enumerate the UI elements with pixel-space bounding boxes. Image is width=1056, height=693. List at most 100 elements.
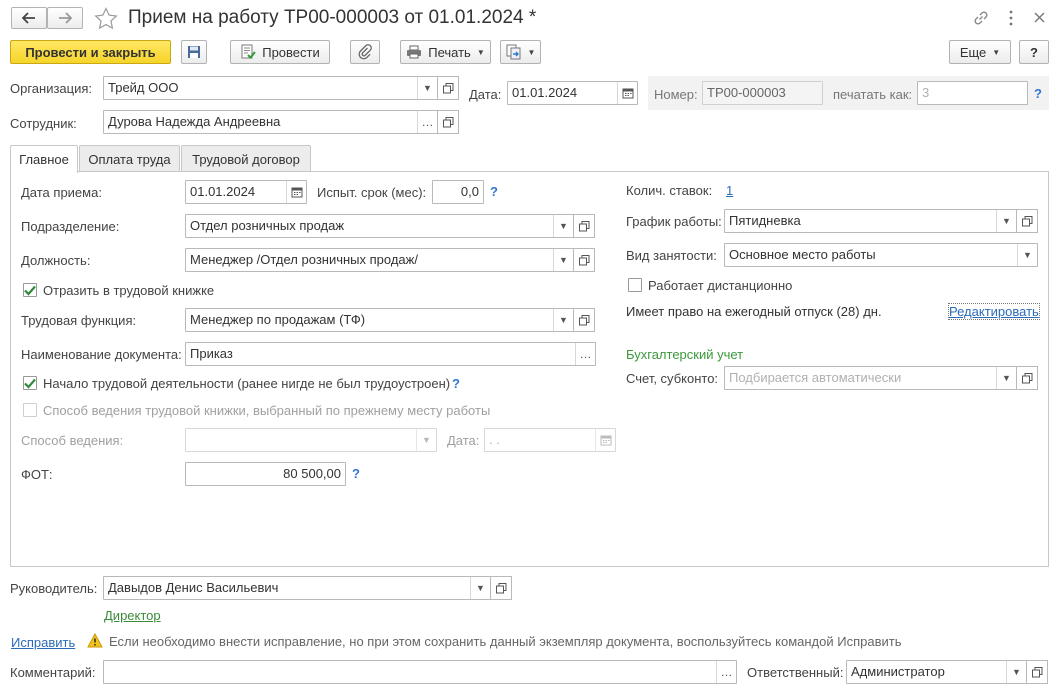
chevron-down-icon: ▼ bbox=[476, 47, 485, 57]
star-icon[interactable] bbox=[94, 7, 118, 30]
fot-help-icon[interactable]: ? bbox=[352, 466, 360, 481]
calendar-icon[interactable] bbox=[286, 181, 306, 203]
chevron-down-icon[interactable]: ▼ bbox=[416, 429, 436, 451]
chevron-down-icon[interactable]: ▼ bbox=[417, 77, 437, 99]
manager-position[interactable]: Директор bbox=[104, 608, 161, 624]
organization-open-button[interactable] bbox=[437, 76, 459, 100]
first-job-checkbox-label[interactable]: Начало трудовой деятельности (ранее нигд… bbox=[43, 376, 450, 392]
position-field[interactable]: Менеджер /Отдел розничных продаж/ ▼ bbox=[185, 248, 574, 272]
print-label: Печать bbox=[428, 44, 471, 60]
open-form-icon bbox=[1021, 215, 1033, 227]
create-based-button[interactable]: ▼ bbox=[500, 40, 541, 64]
probation-label: Испыт. срок (мес): bbox=[317, 185, 427, 200]
manager-field[interactable]: Давыдов Денис Васильевич ▼ bbox=[103, 576, 491, 600]
manager-open-button[interactable] bbox=[490, 576, 512, 600]
division-field[interactable]: Отдел розничных продаж ▼ bbox=[185, 214, 574, 238]
employee-field[interactable]: Дурова Надежда Андреевна … bbox=[103, 110, 438, 134]
responsible-open-button[interactable] bbox=[1026, 660, 1048, 684]
chevron-down-icon[interactable]: ▼ bbox=[553, 309, 573, 331]
comment-field[interactable]: … bbox=[103, 660, 737, 684]
post-button[interactable]: Провести bbox=[230, 40, 330, 64]
position-label: Должность: bbox=[21, 253, 91, 268]
close-icon[interactable] bbox=[1034, 12, 1045, 23]
account-open-button[interactable] bbox=[1016, 366, 1038, 390]
more-button[interactable]: Еще ▼ bbox=[949, 40, 1011, 64]
save-button[interactable] bbox=[181, 40, 207, 64]
post-label: Провести bbox=[262, 44, 320, 60]
calendar-icon[interactable] bbox=[617, 82, 637, 104]
position-value: Менеджер /Отдел розничных продаж/ bbox=[190, 252, 418, 267]
first-job-checkbox[interactable] bbox=[23, 376, 37, 390]
calendar-icon[interactable] bbox=[595, 429, 615, 451]
fix-link[interactable]: Исправить bbox=[11, 635, 75, 650]
position-open-button[interactable] bbox=[573, 248, 595, 272]
open-form-icon bbox=[1031, 666, 1043, 678]
division-open-button[interactable] bbox=[573, 214, 595, 238]
schedule-open-button[interactable] bbox=[1016, 209, 1038, 233]
responsible-label: Ответственный: bbox=[747, 665, 844, 680]
hire-date-label: Дата приема: bbox=[21, 185, 102, 200]
manager-value: Давыдов Денис Васильевич bbox=[108, 580, 279, 595]
labor-function-field[interactable]: Менеджер по продажам (ТФ) ▼ bbox=[185, 308, 574, 332]
method-field[interactable]: ▼ bbox=[185, 428, 437, 452]
edit-vacation-link[interactable]: Редактировать bbox=[948, 303, 1040, 320]
chevron-down-icon: ▼ bbox=[992, 47, 1001, 57]
chevron-down-icon[interactable]: ▼ bbox=[470, 577, 490, 599]
number-field[interactable]: ТР00-000003 bbox=[702, 81, 823, 105]
account-placeholder: Подбирается автоматически bbox=[729, 370, 902, 385]
workbook-checkbox[interactable] bbox=[23, 283, 37, 297]
help-button[interactable]: ? bbox=[1019, 40, 1049, 64]
more-label: Еще bbox=[959, 44, 987, 60]
forward-button[interactable] bbox=[47, 7, 83, 29]
link-icon[interactable] bbox=[972, 9, 990, 27]
employee-open-button[interactable] bbox=[437, 110, 459, 134]
schedule-field[interactable]: Пятидневка ▼ bbox=[724, 209, 1017, 233]
back-button[interactable] bbox=[11, 7, 47, 29]
remote-checkbox[interactable] bbox=[628, 278, 642, 292]
chevron-down-icon[interactable]: ▼ bbox=[996, 210, 1016, 232]
rates-link[interactable]: 1 bbox=[726, 183, 733, 198]
doc-name-field[interactable]: Приказ … bbox=[185, 342, 596, 366]
print-button[interactable]: Печать ▼ bbox=[400, 40, 491, 64]
attach-button[interactable] bbox=[350, 40, 380, 64]
chevron-down-icon[interactable]: ▼ bbox=[553, 215, 573, 237]
rates-label: Колич. ставок: bbox=[626, 183, 713, 198]
employment-field[interactable]: Основное место работы ▼ bbox=[724, 243, 1038, 267]
workbook-checkbox-label[interactable]: Отразить в трудовой книжке bbox=[43, 283, 214, 299]
check-mark-icon bbox=[24, 378, 36, 389]
post-and-close-button[interactable]: Провести и закрыть bbox=[10, 40, 171, 64]
select-dots-icon[interactable]: … bbox=[417, 111, 437, 133]
print-as-help-icon[interactable]: ? bbox=[1034, 86, 1042, 101]
date-field[interactable]: 01.01.2024 bbox=[507, 81, 638, 105]
method-date-field[interactable]: . . bbox=[484, 428, 616, 452]
responsible-field[interactable]: Администратор ▼ bbox=[846, 660, 1027, 684]
fot-field[interactable]: 80 500,00 bbox=[185, 462, 346, 486]
paperclip-icon bbox=[358, 44, 372, 60]
tab-contract[interactable]: Трудовой договор bbox=[181, 145, 311, 172]
tab-main[interactable]: Главное bbox=[10, 145, 78, 173]
first-job-help-icon[interactable]: ? bbox=[452, 376, 460, 391]
kebab-menu-icon[interactable] bbox=[1008, 10, 1014, 26]
tab-payment[interactable]: Оплата труда bbox=[79, 145, 180, 172]
create-based-icon bbox=[506, 44, 522, 60]
select-dots-icon[interactable]: … bbox=[716, 661, 736, 683]
probation-field[interactable]: 0,0 bbox=[432, 180, 484, 204]
probation-help-icon[interactable]: ? bbox=[490, 184, 498, 199]
organization-field[interactable]: Трейд ООО ▼ bbox=[103, 76, 438, 100]
employment-value: Основное место работы bbox=[729, 247, 876, 262]
chevron-down-icon[interactable]: ▼ bbox=[996, 367, 1016, 389]
chevron-down-icon[interactable]: ▼ bbox=[1017, 244, 1037, 266]
select-dots-icon[interactable]: … bbox=[575, 343, 595, 365]
method-date-label: Дата: bbox=[447, 433, 480, 448]
print-as-field[interactable]: 3 bbox=[917, 81, 1028, 105]
account-field[interactable]: Подбирается автоматически ▼ bbox=[724, 366, 1017, 390]
prev-method-checkbox-label[interactable]: Способ ведения трудовой книжки, выбранны… bbox=[43, 403, 490, 419]
chevron-down-icon[interactable]: ▼ bbox=[553, 249, 573, 271]
chevron-down-icon[interactable]: ▼ bbox=[1006, 661, 1026, 683]
hire-date-field[interactable]: 01.01.2024 bbox=[185, 180, 307, 204]
labor-function-open-button[interactable] bbox=[573, 308, 595, 332]
prev-method-checkbox[interactable] bbox=[23, 403, 37, 417]
open-form-icon bbox=[442, 116, 454, 128]
open-form-icon bbox=[495, 582, 507, 594]
remote-checkbox-label[interactable]: Работает дистанционно bbox=[648, 278, 792, 294]
